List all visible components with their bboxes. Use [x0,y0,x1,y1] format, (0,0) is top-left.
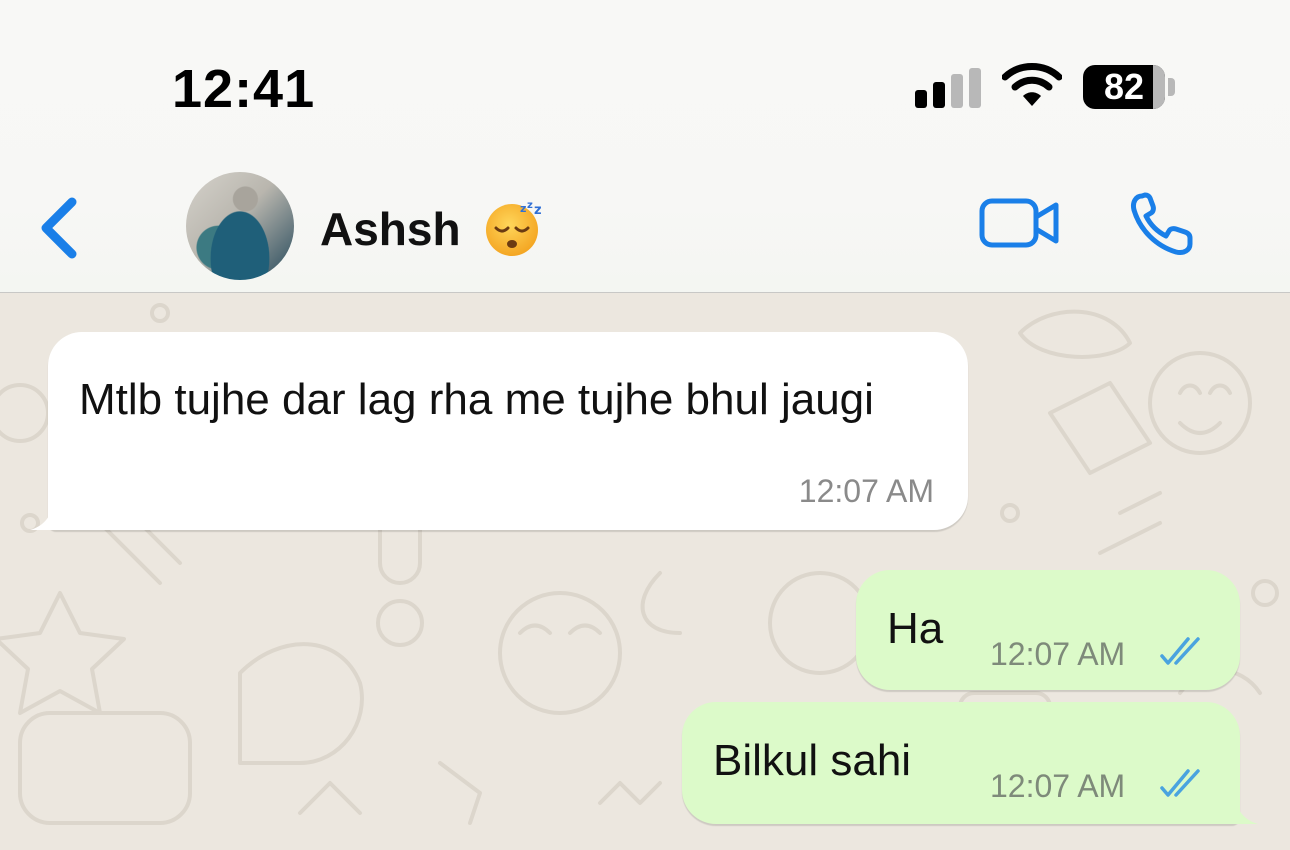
contact-name[interactable]: Ashsh [320,202,461,256]
message-timestamp: 12:07 AM [990,768,1126,804]
battery-tip [1168,78,1175,96]
battery-icon: 82 [1083,65,1165,109]
bubble-tail [30,500,60,530]
chat-header: 12:41 82 Ashsh z z z [0,0,1290,293]
message-text: Ha [887,604,944,653]
message-text: Mtlb tujhe dar lag rha me tujhe bhul jau… [79,375,874,424]
outgoing-message-bubble[interactable]: Ha 12:07 AM [856,570,1240,690]
svg-text:z: z [527,200,533,211]
chevron-left-icon[interactable] [36,196,84,260]
video-camera-icon[interactable] [978,193,1062,253]
message-timestamp: 12:07 AM [798,473,934,509]
wifi-icon [1002,63,1062,106]
bubble-tail [1228,794,1258,824]
read-receipt-icon [1160,637,1200,665]
phone-icon[interactable] [1128,190,1200,258]
battery-level: 82 [1103,66,1145,107]
svg-text:z: z [520,202,526,215]
message-text: Bilkul sahi [713,736,912,785]
sleeping-face-emoji: z z z [486,200,542,256]
battery-empty-segment [1153,65,1165,109]
outgoing-message-bubble[interactable]: Bilkul sahi 12:07 AM [682,702,1258,824]
read-receipt-icon [1160,769,1200,797]
cellular-signal-icon [915,68,983,108]
svg-text:z: z [534,203,542,218]
status-time: 12:41 [172,59,316,119]
incoming-message-bubble[interactable]: Mtlb tujhe dar lag rha me tujhe bhul jau… [30,332,968,530]
message-timestamp: 12:07 AM [990,636,1126,672]
contact-avatar[interactable] [186,172,294,280]
